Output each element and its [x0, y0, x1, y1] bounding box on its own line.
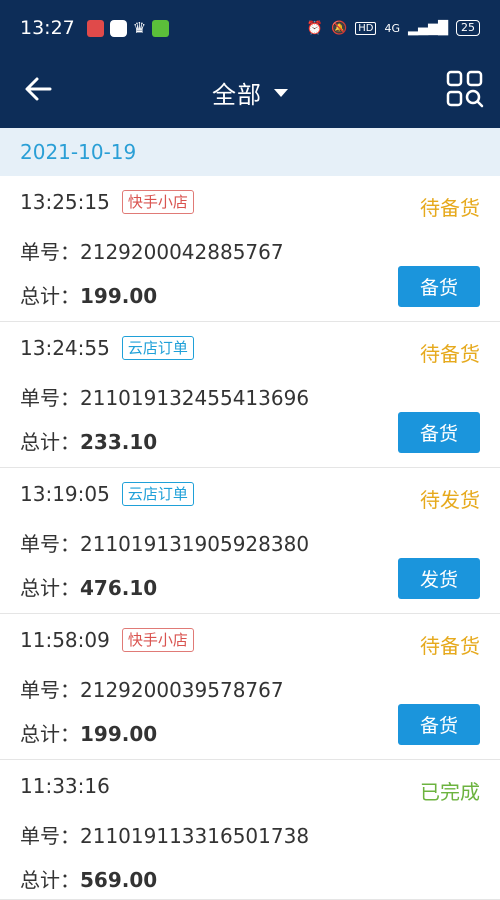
order-number-row: 单号：211019132455413696: [20, 382, 309, 411]
status-bar: 13:27 ♛ ⏰ 🔕 HD 4G ▂▄▆█ 25: [0, 0, 500, 56]
order-number: 211019113316501738: [80, 824, 310, 848]
order-total-label: 总计：: [20, 284, 80, 308]
crown-icon: ♛: [132, 19, 147, 37]
order-item[interactable]: 13:24:55 云店订单 待备货 单号：211019132455413696 …: [0, 322, 500, 468]
filter-dropdown[interactable]: 全部: [212, 75, 288, 110]
battery-indicator: 25: [456, 20, 480, 36]
order-total-row: 总计：476.10: [20, 572, 157, 601]
order-status: 待备货: [420, 634, 480, 658]
order-time: 11:33:16: [20, 774, 110, 798]
order-source-tag: 云店订单: [121, 336, 194, 360]
order-total: 476.10: [80, 576, 158, 600]
app-header: 13:27 ♛ ⏰ 🔕 HD 4G ▂▄▆█ 25 全部: [0, 0, 500, 128]
order-status: 已完成: [420, 780, 480, 804]
order-time: 13:25:15: [20, 190, 110, 214]
order-source-tag: 快手小店: [121, 628, 194, 652]
order-action-button[interactable]: 备货: [398, 412, 480, 453]
order-status: 待备货: [420, 342, 480, 366]
order-total: 199.00: [80, 284, 158, 308]
order-number: 211019131905928380: [80, 532, 310, 556]
order-total-row: 总计：199.00: [20, 718, 157, 747]
order-total-row: 总计：233.10: [20, 426, 157, 455]
order-number-row: 单号：2129200039578767: [20, 674, 284, 703]
hd-icon: HD: [355, 21, 377, 35]
order-source-tag: 云店订单: [121, 482, 194, 506]
order-action-button[interactable]: 发货: [398, 558, 480, 599]
order-item[interactable]: 11:58:09 快手小店 待备货 单号：2129200039578767 总计…: [0, 614, 500, 760]
back-arrow-icon[interactable]: [22, 72, 56, 106]
order-number-label: 单号：: [20, 240, 80, 264]
scan-search-icon[interactable]: [446, 70, 484, 108]
notification-search-icon: [109, 19, 127, 37]
order-number-row: 单号：211019113316501738: [20, 820, 309, 849]
order-number-label: 单号：: [20, 678, 80, 702]
order-number: 2129200042885767: [80, 240, 284, 264]
order-item[interactable]: 11:33:16 已完成 单号：211019113316501738 总计：56…: [0, 760, 500, 900]
order-item[interactable]: 13:25:15 快手小店 待备货 单号：2129200042885767 总计…: [0, 176, 500, 322]
chevron-down-icon: [274, 89, 288, 97]
order-total: 233.10: [80, 430, 158, 454]
order-total: 199.00: [80, 722, 158, 746]
alarm-icon: ⏰: [306, 20, 324, 36]
page-title: 全部: [212, 80, 262, 109]
order-number-label: 单号：: [20, 824, 80, 848]
order-status: 待发货: [420, 488, 480, 512]
notification-app-icon: [86, 19, 104, 37]
order-number: 2129200039578767: [80, 678, 284, 702]
signal-icon: ▂▄▆█: [408, 20, 448, 36]
status-time: 13:27: [20, 17, 75, 39]
order-action-button[interactable]: 备货: [398, 704, 480, 745]
order-number: 211019132455413696: [80, 386, 310, 410]
nav-bar: 全部: [0, 56, 500, 128]
network-label: 4G: [384, 21, 400, 35]
order-action-button[interactable]: 备货: [398, 266, 480, 307]
order-time: 13:24:55: [20, 336, 110, 360]
order-total: 569.00: [80, 868, 158, 892]
order-total-label: 总计：: [20, 430, 80, 454]
order-total-label: 总计：: [20, 868, 80, 892]
order-total-label: 总计：: [20, 722, 80, 746]
order-total-label: 总计：: [20, 576, 80, 600]
mute-icon: 🔕: [331, 20, 348, 36]
order-time: 13:19:05: [20, 482, 110, 506]
date-header: 2021-10-19: [0, 128, 500, 176]
order-status: 待备货: [420, 196, 480, 220]
order-time: 11:58:09: [20, 628, 110, 652]
order-list: 13:25:15 快手小店 待备货 单号：2129200042885767 总计…: [0, 176, 500, 900]
order-source-tag: 快手小店: [121, 190, 194, 214]
notification-green-icon: [152, 19, 170, 37]
order-number-label: 单号：: [20, 532, 80, 556]
order-number-row: 单号：211019131905928380: [20, 528, 309, 557]
order-total-row: 总计：569.00: [20, 864, 157, 893]
order-number-row: 单号：2129200042885767: [20, 236, 284, 265]
order-number-label: 单号：: [20, 386, 80, 410]
order-item[interactable]: 13:19:05 云店订单 待发货 单号：211019131905928380 …: [0, 468, 500, 614]
order-total-row: 总计：199.00: [20, 280, 157, 309]
